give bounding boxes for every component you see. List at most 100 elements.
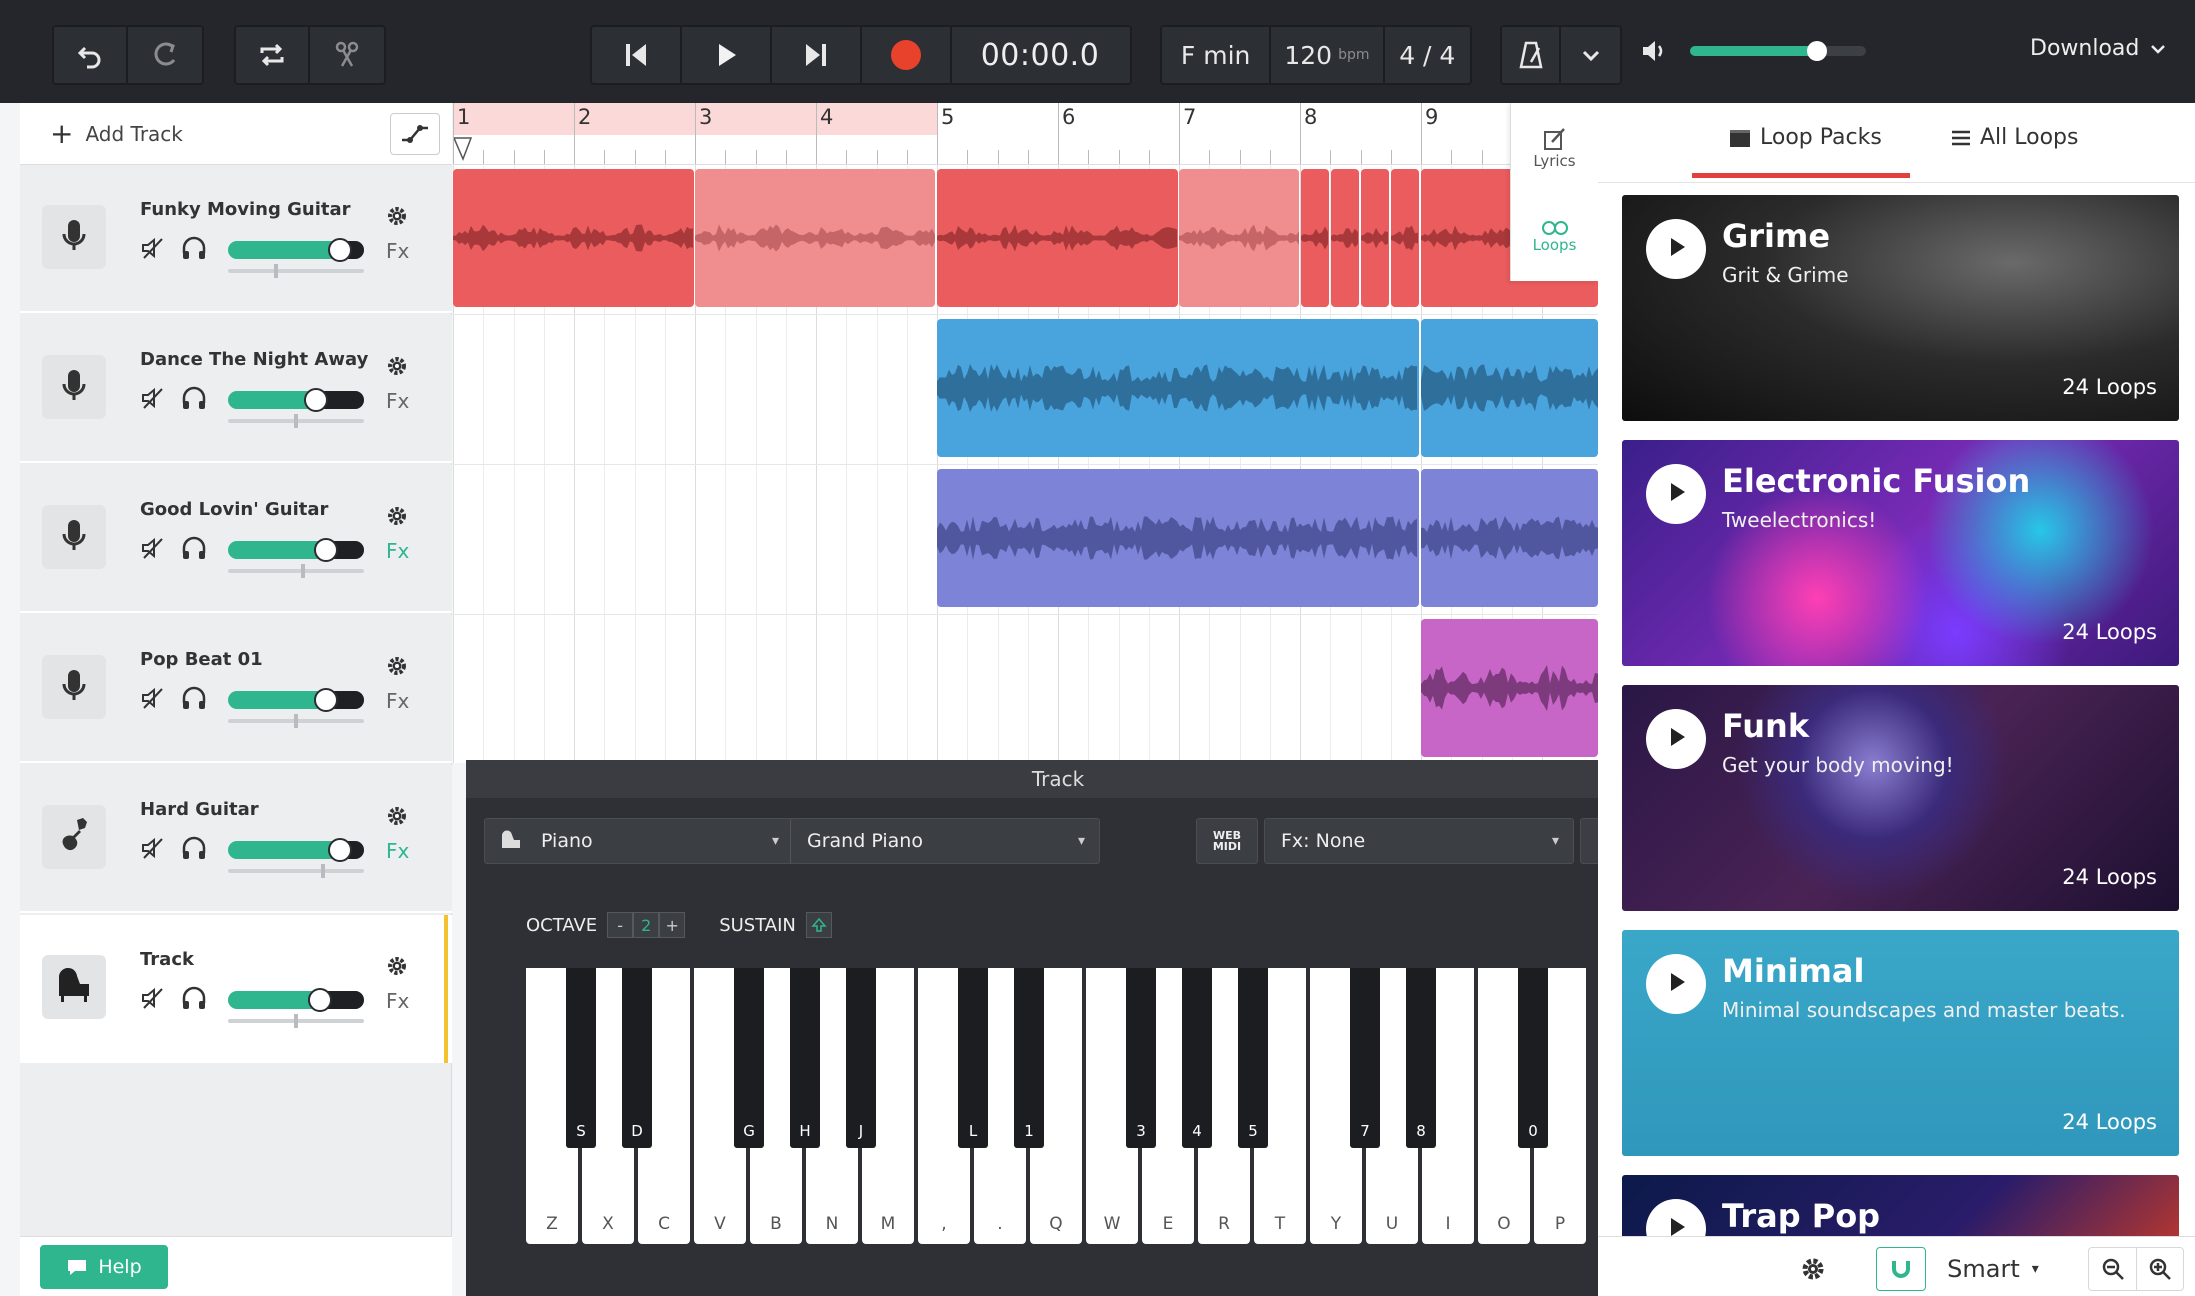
mute-icon[interactable] (140, 685, 166, 715)
track-volume-slider[interactable] (228, 688, 364, 712)
loop-pack-card[interactable]: Grime Grit & Grime 24 Loops (1622, 195, 2179, 421)
piano-black-key[interactable]: 4 (1182, 968, 1212, 1148)
track-pan-slider[interactable] (228, 864, 364, 878)
skip-back-button[interactable] (592, 27, 682, 83)
sustain-toggle[interactable] (805, 912, 832, 938)
gear-icon[interactable] (386, 505, 408, 531)
audio-clip[interactable] (695, 169, 935, 307)
timeline-ruler[interactable]: 1 2 3 4 5 6 7 8 9 (453, 103, 1598, 165)
metronome-options-button[interactable] (1561, 27, 1620, 83)
track-volume-slider[interactable] (228, 238, 364, 262)
audio-clip[interactable] (937, 169, 1178, 307)
piano-black-key[interactable]: S (566, 968, 596, 1148)
loop-pack-play-button[interactable] (1646, 709, 1706, 769)
track-name[interactable]: Track (140, 949, 370, 970)
automation-button[interactable] (390, 113, 440, 155)
audio-clip[interactable] (1421, 619, 1598, 757)
mute-icon[interactable] (140, 985, 166, 1015)
track-volume-knob[interactable] (313, 538, 338, 562)
mute-icon[interactable] (140, 235, 166, 265)
download-button[interactable]: Download (2030, 36, 2167, 61)
track-pan-knob[interactable] (294, 1014, 298, 1028)
settings-button[interactable] (1788, 1247, 1838, 1291)
time-signature-button[interactable]: 4 / 4 (1385, 27, 1470, 83)
headphones-icon[interactable] (180, 835, 208, 865)
piano-black-key[interactable]: 0 (1518, 968, 1548, 1148)
loop-button[interactable] (236, 27, 310, 83)
tab-all-loops[interactable]: All Loops (1950, 125, 2078, 150)
headphones-icon[interactable] (180, 235, 208, 265)
loop-pack-play-button[interactable] (1646, 219, 1706, 279)
timeline-area[interactable]: 1 2 3 4 5 6 7 8 9 (453, 103, 1598, 763)
piano-black-key[interactable]: 5 (1238, 968, 1268, 1148)
track-header[interactable]: Track Fx (20, 915, 452, 1063)
zoom-out-button[interactable] (2088, 1247, 2136, 1291)
piano-black-key[interactable]: 1 (1014, 968, 1044, 1148)
track-volume-knob[interactable] (327, 838, 352, 862)
skip-forward-button[interactable] (772, 27, 862, 83)
audio-clip[interactable] (1301, 169, 1329, 307)
zoom-in-button[interactable] (2136, 1247, 2184, 1291)
headphones-icon[interactable] (180, 535, 208, 565)
track-volume-knob[interactable] (327, 238, 352, 262)
gear-icon[interactable] (386, 805, 408, 831)
tab-loop-packs[interactable]: Loop Packs (1728, 125, 1882, 150)
snap-toggle[interactable] (1876, 1247, 1926, 1291)
track-volume-slider[interactable] (228, 538, 364, 562)
audio-clip[interactable] (937, 319, 1419, 457)
tab-loops[interactable]: Loops (1511, 192, 1598, 281)
track-pan-slider[interactable] (228, 264, 364, 278)
add-track-button[interactable]: Add Track (85, 122, 182, 146)
track-lanes[interactable] (453, 165, 1598, 763)
loop-pack-play-button[interactable] (1646, 954, 1706, 1014)
audio-clip[interactable] (1421, 469, 1598, 607)
audio-clip[interactable] (1179, 169, 1299, 307)
loop-pack-card[interactable]: Funk Get your body moving! 24 Loops (1622, 685, 2179, 911)
mute-icon[interactable] (140, 535, 166, 565)
track-header[interactable]: Dance The Night Away B... Fx (20, 315, 452, 463)
headphones-icon[interactable] (180, 685, 208, 715)
track-pan-slider[interactable] (228, 414, 364, 428)
audio-clip[interactable] (1391, 169, 1419, 307)
track-volume-slider[interactable] (228, 988, 364, 1012)
track-header[interactable]: Hard Guitar Fx (20, 765, 452, 913)
track-volume-slider[interactable] (228, 388, 364, 412)
track-pan-slider[interactable] (228, 714, 364, 728)
play-button[interactable] (682, 27, 772, 83)
gear-icon[interactable] (386, 355, 408, 381)
audio-clip[interactable] (1331, 169, 1359, 307)
piano-black-key[interactable]: 3 (1126, 968, 1156, 1148)
preset-select[interactable]: Grand Piano ▾ (790, 818, 1100, 864)
track-pan-slider[interactable] (228, 564, 364, 578)
loop-pack-card[interactable]: Electronic Fusion Tweelectronics! 24 Loops (1622, 440, 2179, 666)
track-fx-button[interactable]: Fx (386, 539, 409, 563)
piano-keyboard[interactable]: Z X C V B N M,. Q W E R T Y U I O P S D G H J L 1 3 4 5 7 8 0 (526, 968, 1591, 1244)
track-name[interactable]: Good Lovin' Guitar (140, 499, 370, 520)
instrument-select[interactable]: Piano ▾ (484, 818, 794, 864)
volume-slider-knob[interactable] (1806, 41, 1827, 61)
track-name[interactable]: Hard Guitar (140, 799, 370, 820)
piano-black-key[interactable]: G (734, 968, 764, 1148)
track-header[interactable]: Good Lovin' Guitar Fx (20, 465, 452, 613)
audio-clip[interactable] (453, 169, 694, 307)
undo-button[interactable] (54, 27, 128, 83)
mute-icon[interactable] (140, 835, 166, 865)
mute-icon[interactable] (140, 385, 166, 415)
track-fx-button[interactable]: Fx (386, 239, 409, 263)
loop-pack-play-button[interactable] (1646, 464, 1706, 524)
headphones-icon[interactable] (180, 985, 208, 1015)
tempo-button[interactable]: 120 bpm (1271, 27, 1385, 83)
gear-icon[interactable] (386, 205, 408, 231)
track-name[interactable]: Pop Beat 01 (140, 649, 370, 670)
audio-clip[interactable] (1421, 319, 1598, 457)
record-button[interactable] (862, 27, 952, 83)
gear-icon[interactable] (386, 955, 408, 981)
track-volume-knob[interactable] (313, 688, 338, 712)
piano-black-key[interactable]: J (846, 968, 876, 1148)
track-pan-knob[interactable] (294, 414, 298, 428)
track-fx-button[interactable]: Fx (386, 989, 409, 1013)
playhead-marker[interactable] (453, 137, 475, 163)
snap-mode-select[interactable]: Smart ▾ (1930, 1247, 2056, 1291)
track-pan-knob[interactable] (321, 864, 326, 878)
instrument-panel-header[interactable]: Track (466, 760, 1650, 798)
